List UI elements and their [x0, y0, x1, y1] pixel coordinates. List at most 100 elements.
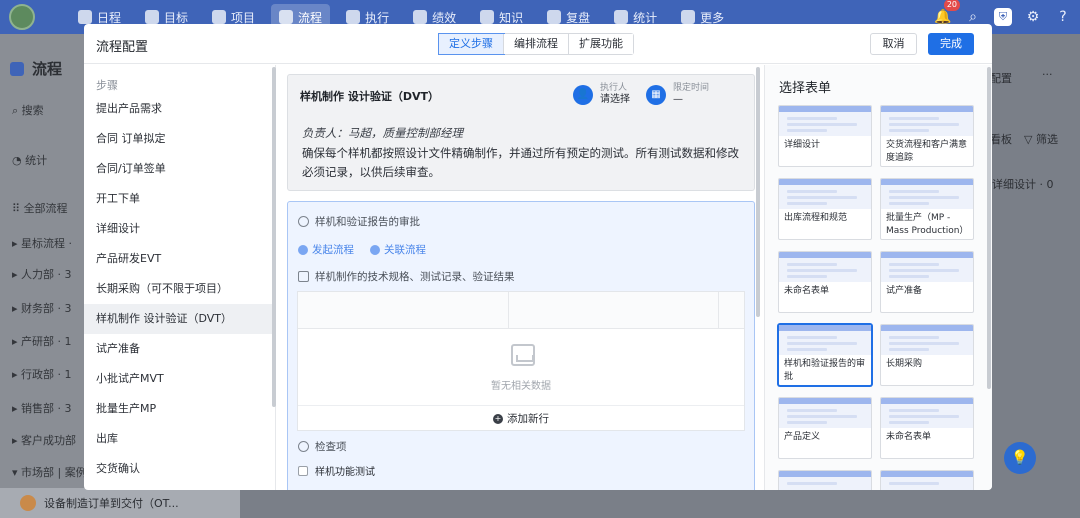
- background-filter-button[interactable]: ▽ 筛选: [1024, 131, 1058, 147]
- background-group[interactable]: ▾ 市场部 | 案例: [12, 464, 87, 480]
- form-thumbnail: [779, 471, 871, 490]
- steps-list: 步骤 提出产品需求 合同 订单拟定 合同/订单签单 开工下单 详细设计 产品研发…: [84, 65, 276, 490]
- empty-inbox-icon: [511, 344, 535, 366]
- step-item[interactable]: 小批试产MVT: [84, 364, 274, 394]
- detail-scrollbar[interactable]: [756, 67, 760, 317]
- plus-circle-icon: [298, 244, 308, 255]
- flow-config-modal: 流程配置 定义步骤 编排流程 扩展功能 取消 完成 步骤 提出产品需求 合同 订…: [84, 24, 992, 490]
- tab-extensions[interactable]: 扩展功能: [569, 34, 633, 54]
- form-tile[interactable]: 出库流程和规范: [778, 178, 872, 240]
- link-flow-link[interactable]: 关联流程: [370, 242, 426, 257]
- form-tile-name: 产品定义: [784, 432, 821, 442]
- flow-app-icon: [10, 61, 24, 76]
- owner-line: 负责人：马超，质量控制部经理: [302, 126, 463, 140]
- executor-picker[interactable]: 👤 执行人 请选择: [573, 83, 630, 106]
- add-row-button[interactable]: + 添加新行: [298, 405, 744, 431]
- background-app-title: 流程: [10, 58, 62, 79]
- background-group[interactable]: ▸ 星标流程 ·: [12, 235, 72, 251]
- background-search[interactable]: ⌕ 搜索: [12, 102, 44, 118]
- step-item[interactable]: 交货确认: [84, 454, 274, 484]
- step-info-card: 样机制作 设计验证（DVT） 👤 执行人 请选择 ▦ 限定时间 — 负责人：马超…: [287, 74, 755, 191]
- pie-chart-icon: [614, 10, 629, 24]
- gear-icon[interactable]: ⚙: [1024, 8, 1042, 26]
- step-item[interactable]: 产品研发EVT: [84, 244, 274, 274]
- list-icon: [346, 10, 361, 24]
- form-picker-title: 选择表单: [779, 81, 832, 96]
- form-tile[interactable]: 未命名表单: [778, 251, 872, 313]
- form-tile[interactable]: 详细设计: [778, 105, 872, 167]
- start-flow-link[interactable]: 发起流程: [298, 242, 354, 257]
- form-tile-selected[interactable]: 样机和验证报告的审批: [778, 324, 872, 386]
- review-icon: [547, 10, 562, 24]
- background-group[interactable]: ▸ 产研部 · 1: [12, 333, 72, 349]
- background-group[interactable]: ▸ 人力部 · 3: [12, 266, 72, 282]
- calendar-icon: ▦: [646, 84, 666, 105]
- step-item[interactable]: 长期采购（可不限于项目）: [84, 274, 274, 304]
- background-group[interactable]: ▸ 销售部 · 3: [12, 400, 72, 416]
- form-tile[interactable]: 交货流程和客户满意度追踪: [880, 105, 974, 167]
- checkbox[interactable]: [298, 465, 308, 476]
- background-group[interactable]: ▸ 客户成功部: [12, 432, 76, 448]
- background-group[interactable]: ▸ 财务部 · 3: [12, 300, 72, 316]
- step-description[interactable]: 确保每个样机都按照设计文件精确制作，并通过所有预定的测试。所有测试数据和修改必须…: [302, 144, 748, 182]
- step-item[interactable]: 合同/订单签单: [84, 154, 274, 184]
- cube-icon: [212, 10, 227, 24]
- chart-icon: [413, 10, 428, 24]
- notification-badge: 20: [943, 0, 960, 11]
- form-tile[interactable]: 产品定义: [778, 397, 872, 459]
- form-tile-name: 长期采购: [886, 359, 923, 369]
- done-button[interactable]: 完成: [928, 33, 974, 55]
- form-tile[interactable]: 未命名表单: [880, 397, 974, 459]
- table-column[interactable]: [509, 292, 719, 329]
- step-item[interactable]: 合同 订单拟定: [84, 124, 274, 154]
- table-column[interactable]: [298, 292, 509, 329]
- cancel-button[interactable]: 取消: [870, 33, 917, 55]
- background-sidebar: 流程 ⌕ 搜索 ◔ 统计 ⠿ 全部流程 ▸ 星标流程 · ▸ 人力部 · 3 ▸…: [0, 34, 87, 518]
- step-item[interactable]: 开工下单: [84, 184, 274, 214]
- background-selected-flow[interactable]: 设备制造订单到交付（OT...: [0, 488, 240, 518]
- form-tile-name: 样机和验证报告的审批: [784, 359, 866, 382]
- deadline-label: 限定时间: [673, 83, 710, 93]
- step-item[interactable]: 出库: [84, 424, 274, 454]
- user-icon: 👤: [573, 84, 593, 105]
- modal-header: 流程配置 定义步骤 编排流程 扩展功能 取消 完成: [84, 24, 992, 64]
- background-stats[interactable]: ◔ 统计: [12, 152, 47, 168]
- executor-label: 执行人: [600, 83, 628, 93]
- background-group[interactable]: ▸ 行政部 · 1: [12, 366, 72, 382]
- form-tile[interactable]: 长期采购: [880, 324, 974, 386]
- deadline-picker[interactable]: ▦ 限定时间 —: [646, 83, 709, 106]
- form-tile[interactable]: 试产准备: [880, 251, 974, 313]
- flow-links: 发起流程 关联流程: [298, 242, 442, 257]
- more-icon[interactable]: ···: [1042, 68, 1053, 81]
- help-icon[interactable]: ?: [1054, 8, 1072, 26]
- form-thumbnail: [779, 325, 871, 355]
- calendar-icon: [78, 10, 92, 24]
- background-board-button[interactable]: 看板: [990, 131, 1012, 147]
- step-item[interactable]: 试产准备: [84, 334, 274, 364]
- form-tile[interactable]: [880, 470, 974, 490]
- form-tile-name: 未命名表单: [784, 286, 830, 296]
- background-right-area: 配置 ··· 看板 ▽ 筛选 详细设计 · 0: [990, 34, 1080, 518]
- tab-define-steps[interactable]: 定义步骤: [438, 33, 505, 55]
- step-item[interactable]: 详细设计: [84, 214, 274, 244]
- step-item-active[interactable]: 样机制作 设计验证（DVT）: [84, 304, 274, 334]
- executor-value: 请选择: [600, 94, 630, 105]
- background-config-button[interactable]: 配置: [990, 70, 1012, 86]
- step-item[interactable]: 提出产品需求: [84, 94, 274, 124]
- form-picker-scrollbar[interactable]: [987, 67, 991, 389]
- grid-icon: [681, 10, 696, 24]
- background-all-flows[interactable]: ⠿ 全部流程: [12, 200, 68, 216]
- logo-mascot-icon: [9, 4, 35, 30]
- step-item[interactable]: 批量生产MP: [84, 394, 274, 424]
- lightbulb-icon[interactable]: 💡: [1004, 442, 1036, 474]
- check-item[interactable]: 样机功能测试: [298, 463, 375, 478]
- shield-icon[interactable]: ⛨: [994, 8, 1012, 26]
- checklist-section-header: 检查项: [298, 439, 347, 454]
- tab-orchestrate-flow[interactable]: 编排流程: [504, 34, 569, 54]
- app-logo[interactable]: [0, 0, 44, 34]
- form-tile[interactable]: [778, 470, 872, 490]
- form-tile[interactable]: 批量生产（MP - Mass Production）: [880, 178, 974, 240]
- data-table: 暂无相关数据 + 添加新行: [297, 291, 745, 431]
- form-section-header: 样机和验证报告的审批: [298, 214, 420, 229]
- form-thumbnail: [881, 471, 973, 490]
